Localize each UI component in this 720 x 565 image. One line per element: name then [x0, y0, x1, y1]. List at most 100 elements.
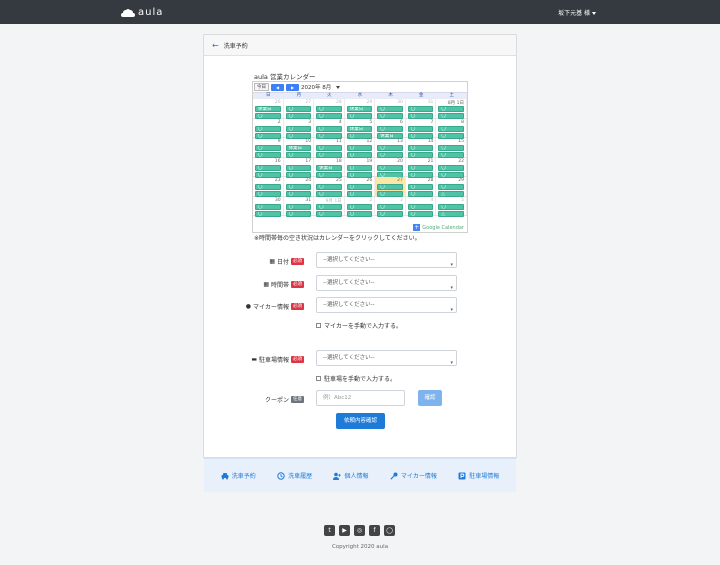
calendar-event[interactable]: 〇 [377, 184, 403, 190]
calendar-event[interactable]: 〇 [316, 125, 342, 132]
calendar-event[interactable]: 〇 [438, 184, 464, 190]
calendar-day[interactable]: 29 〇 △ [436, 177, 467, 197]
calendar-day[interactable]: 11 〇〇 [314, 138, 345, 158]
parking-select[interactable]: --選択してください-- ▾ [316, 350, 457, 366]
calendar-day[interactable]: 21 〇〇 [406, 157, 437, 178]
calendar-day[interactable]: 30 〇〇 [375, 99, 406, 119]
calendar-day[interactable]: 15 〇〇 [436, 138, 467, 158]
calendar-event[interactable]: 〇 [285, 106, 312, 112]
back-arrow-icon[interactable]: ← [212, 41, 219, 50]
calendar-event[interactable]: 〇 [407, 145, 434, 151]
calendar-event[interactable]: 〇 [407, 203, 434, 210]
calendar-day[interactable]: 5 〇 △ [436, 196, 467, 217]
calendar-day[interactable]: 6 〇休業日 [375, 118, 406, 139]
calendar-event[interactable]: 〇 [407, 106, 434, 112]
calendar-event[interactable]: 〇 [285, 210, 312, 217]
calendar-event[interactable]: 〇 [255, 184, 281, 190]
calendar-event[interactable]: 〇 [377, 106, 403, 112]
calendar-event[interactable]: 〇 [346, 184, 373, 190]
calendar-event[interactable]: 〇 [346, 203, 373, 210]
nav-parking-info[interactable]: 駐車場情報 [458, 471, 499, 480]
calendar-event[interactable]: 〇 [285, 164, 312, 171]
calendar-day[interactable]: 18 休業日〇 [314, 157, 345, 178]
checkbox[interactable] [316, 376, 321, 381]
calendar-day[interactable]: 10 休業日〇 [284, 138, 315, 158]
calendar-day[interactable]: 29 休業日〇 [345, 99, 376, 119]
calendar-day[interactable]: 8〇〇 [436, 118, 467, 139]
car-select[interactable]: --選択してください-- ▾ [316, 297, 457, 313]
nav-wash-history[interactable]: 洗車履歴 [277, 471, 312, 480]
calendar-event[interactable]: 〇 [316, 210, 342, 217]
calendar-day[interactable]: 3〇〇 [375, 196, 406, 217]
calendar-day[interactable]: 7〇〇 [406, 118, 437, 139]
calendar-day[interactable]: 26 〇〇 [345, 177, 376, 197]
coupon-check-button[interactable]: 確認 [418, 390, 442, 406]
calendar-day[interactable]: 12 〇〇 [345, 138, 376, 158]
calendar-day[interactable]: 17 〇〇 [284, 157, 315, 178]
calendar-event[interactable]: 〇 [316, 184, 342, 190]
calendar-day[interactable]: 24 〇〇 [284, 177, 315, 197]
time-select[interactable]: --選択してください-- ▾ [316, 275, 457, 291]
calendar-day[interactable]: 19 〇〇 [345, 157, 376, 178]
calendar-day[interactable]: 4〇〇 [314, 118, 345, 139]
calendar-event[interactable]: 〇 [285, 125, 312, 132]
calendar-day[interactable]: 9〇〇 [253, 138, 284, 158]
calendar-event[interactable]: 〇 [255, 145, 281, 151]
today-button[interactable]: 今日 [254, 83, 269, 91]
calendar-day[interactable]: 3〇〇 [284, 118, 315, 139]
calendar-day[interactable]: 31 〇〇 [406, 99, 437, 119]
calendar-day[interactable]: 31 〇〇 [284, 196, 315, 217]
calendar-day[interactable]: 8月 1日〇〇 [436, 99, 467, 119]
calendar-day[interactable]: 26 休業日〇 [253, 99, 284, 119]
calendar-event[interactable]: 〇 [438, 145, 464, 151]
calendar-event[interactable]: 〇 [255, 125, 281, 132]
calendar-event[interactable]: 〇 [346, 210, 373, 217]
calendar-event[interactable]: 〇 [255, 210, 281, 217]
calendar-event[interactable]: 休業日 [285, 145, 312, 151]
user-menu[interactable]: 坂下元基 様 [558, 8, 596, 17]
calendar-day[interactable]: 20 〇〇 [375, 157, 406, 178]
calendar-event[interactable]: 〇 [316, 203, 342, 210]
prev-month-button[interactable]: ◀ [271, 83, 284, 91]
calendar-event[interactable]: 〇 [438, 203, 464, 210]
calendar-day[interactable]: 30 〇〇 [253, 196, 284, 217]
calendar-day[interactable]: 28 〇〇 [406, 177, 437, 197]
next-month-button[interactable]: ▶ [286, 83, 299, 91]
calendar-day[interactable]: 4〇〇 [406, 196, 437, 217]
calendar-event[interactable]: 〇 [407, 164, 434, 171]
line-icon[interactable]: ◯ [384, 525, 395, 536]
calendar-event[interactable]: 休業日 [346, 125, 373, 132]
parking-manual-checkbox[interactable]: 駐車場を手動で入力する。 [316, 374, 396, 383]
calendar-day[interactable]: 16 〇〇 [253, 157, 284, 178]
instagram-icon[interactable]: ◎ [354, 525, 365, 536]
calendar-day[interactable]: 13 〇〇 [375, 138, 406, 158]
calendar-event[interactable]: 〇 [407, 125, 434, 132]
calendar-day[interactable]: 2〇〇 [345, 196, 376, 217]
calendar-event[interactable]: 〇 [346, 164, 373, 171]
car-manual-checkbox[interactable]: マイカーを手動で入力する。 [316, 321, 402, 330]
calendar-event[interactable]: 〇 [377, 164, 403, 171]
brand-logo[interactable]: aula [121, 7, 163, 18]
calendar-day[interactable]: 5 休業日〇 [345, 118, 376, 139]
facebook-icon[interactable]: f [369, 525, 380, 536]
calendar-event[interactable]: 休業日 [316, 164, 342, 171]
month-dropdown-icon[interactable] [336, 85, 341, 89]
calendar-event[interactable]: 〇 [377, 125, 403, 132]
calendar-day[interactable]: 14 〇〇 [406, 138, 437, 158]
calendar-event[interactable]: 〇 [407, 184, 434, 190]
calendar-day[interactable]: 2〇〇 [253, 118, 284, 139]
nav-personal-info[interactable]: 個人情報 [333, 471, 368, 480]
calendar-day[interactable]: 27 〇〇 [284, 99, 315, 119]
calendar-event[interactable]: 〇 [438, 106, 464, 112]
calendar-event[interactable]: 〇 [377, 145, 403, 151]
calendar-event[interactable]: 〇 [255, 203, 281, 210]
calendar-event[interactable]: 〇 [377, 203, 403, 210]
calendar-event[interactable]: 〇 [407, 210, 434, 217]
google-calendar-link[interactable]: + Google Calendar [413, 224, 464, 231]
calendar-event[interactable]: 休業日 [255, 106, 281, 112]
calendar-event[interactable]: 〇 [285, 203, 312, 210]
calendar-event[interactable]: 〇 [255, 164, 281, 171]
calendar-day[interactable]: 27 〇〇 [375, 177, 406, 197]
calendar-event[interactable]: 〇 [438, 164, 464, 171]
calendar-event[interactable]: 〇 [316, 106, 342, 112]
